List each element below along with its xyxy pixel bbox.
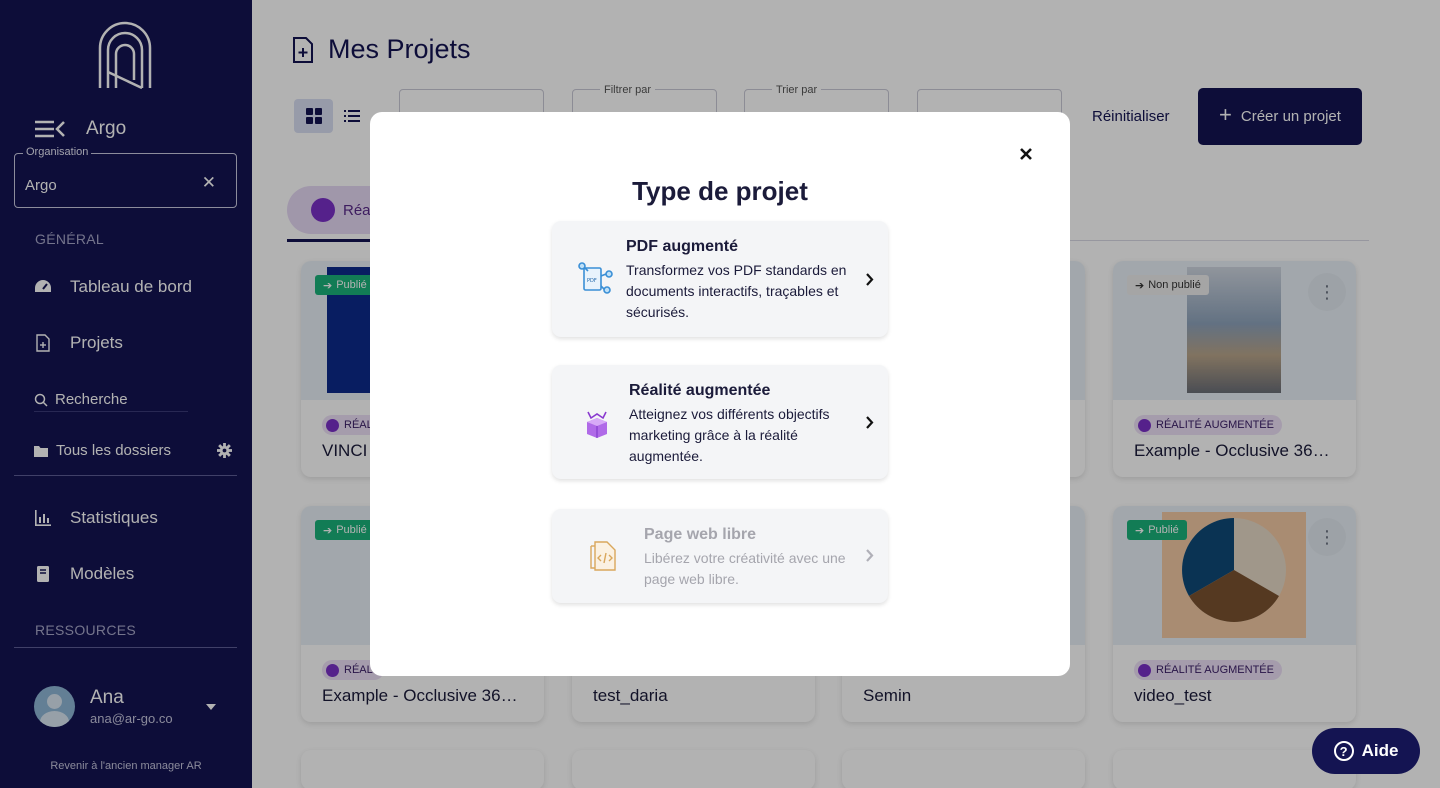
option-title: Page web libre: [644, 526, 757, 543]
help-button[interactable]: ? Aide: [1312, 728, 1420, 774]
option-title: Réalité augmentée: [629, 382, 771, 399]
option-description: Atteignez vos différents objectifs marke…: [629, 406, 830, 464]
option-description: Transformez vos PDF standards en documen…: [626, 262, 847, 320]
option-description: Libérez votre créativité avec une page w…: [644, 550, 846, 587]
chevron-right-icon: [866, 416, 874, 429]
question-icon: ?: [1333, 741, 1354, 761]
option-free-webpage: Page web libre Libérez votre créativité …: [552, 509, 888, 603]
project-type-modal: Type de projet PDF PDF augmenté Transfor…: [370, 112, 1070, 676]
option-augmented-reality[interactable]: Réalité augmentée Atteignez vos différen…: [552, 365, 888, 479]
modal-title: Type de projet: [632, 176, 808, 206]
chevron-right-icon: [866, 549, 874, 562]
pdf-nodes-icon: PDF: [578, 262, 613, 294]
ar-cube-icon: [587, 411, 607, 438]
code-file-icon: [590, 541, 616, 571]
chevron-right-icon: [866, 273, 874, 286]
close-icon[interactable]: [1018, 146, 1034, 162]
svg-text:PDF: PDF: [587, 278, 597, 284]
help-label: Aide: [1361, 741, 1399, 760]
option-title: PDF augmenté: [626, 238, 739, 255]
option-pdf-augmented[interactable]: PDF PDF augmenté Transformez vos PDF sta…: [552, 221, 888, 337]
